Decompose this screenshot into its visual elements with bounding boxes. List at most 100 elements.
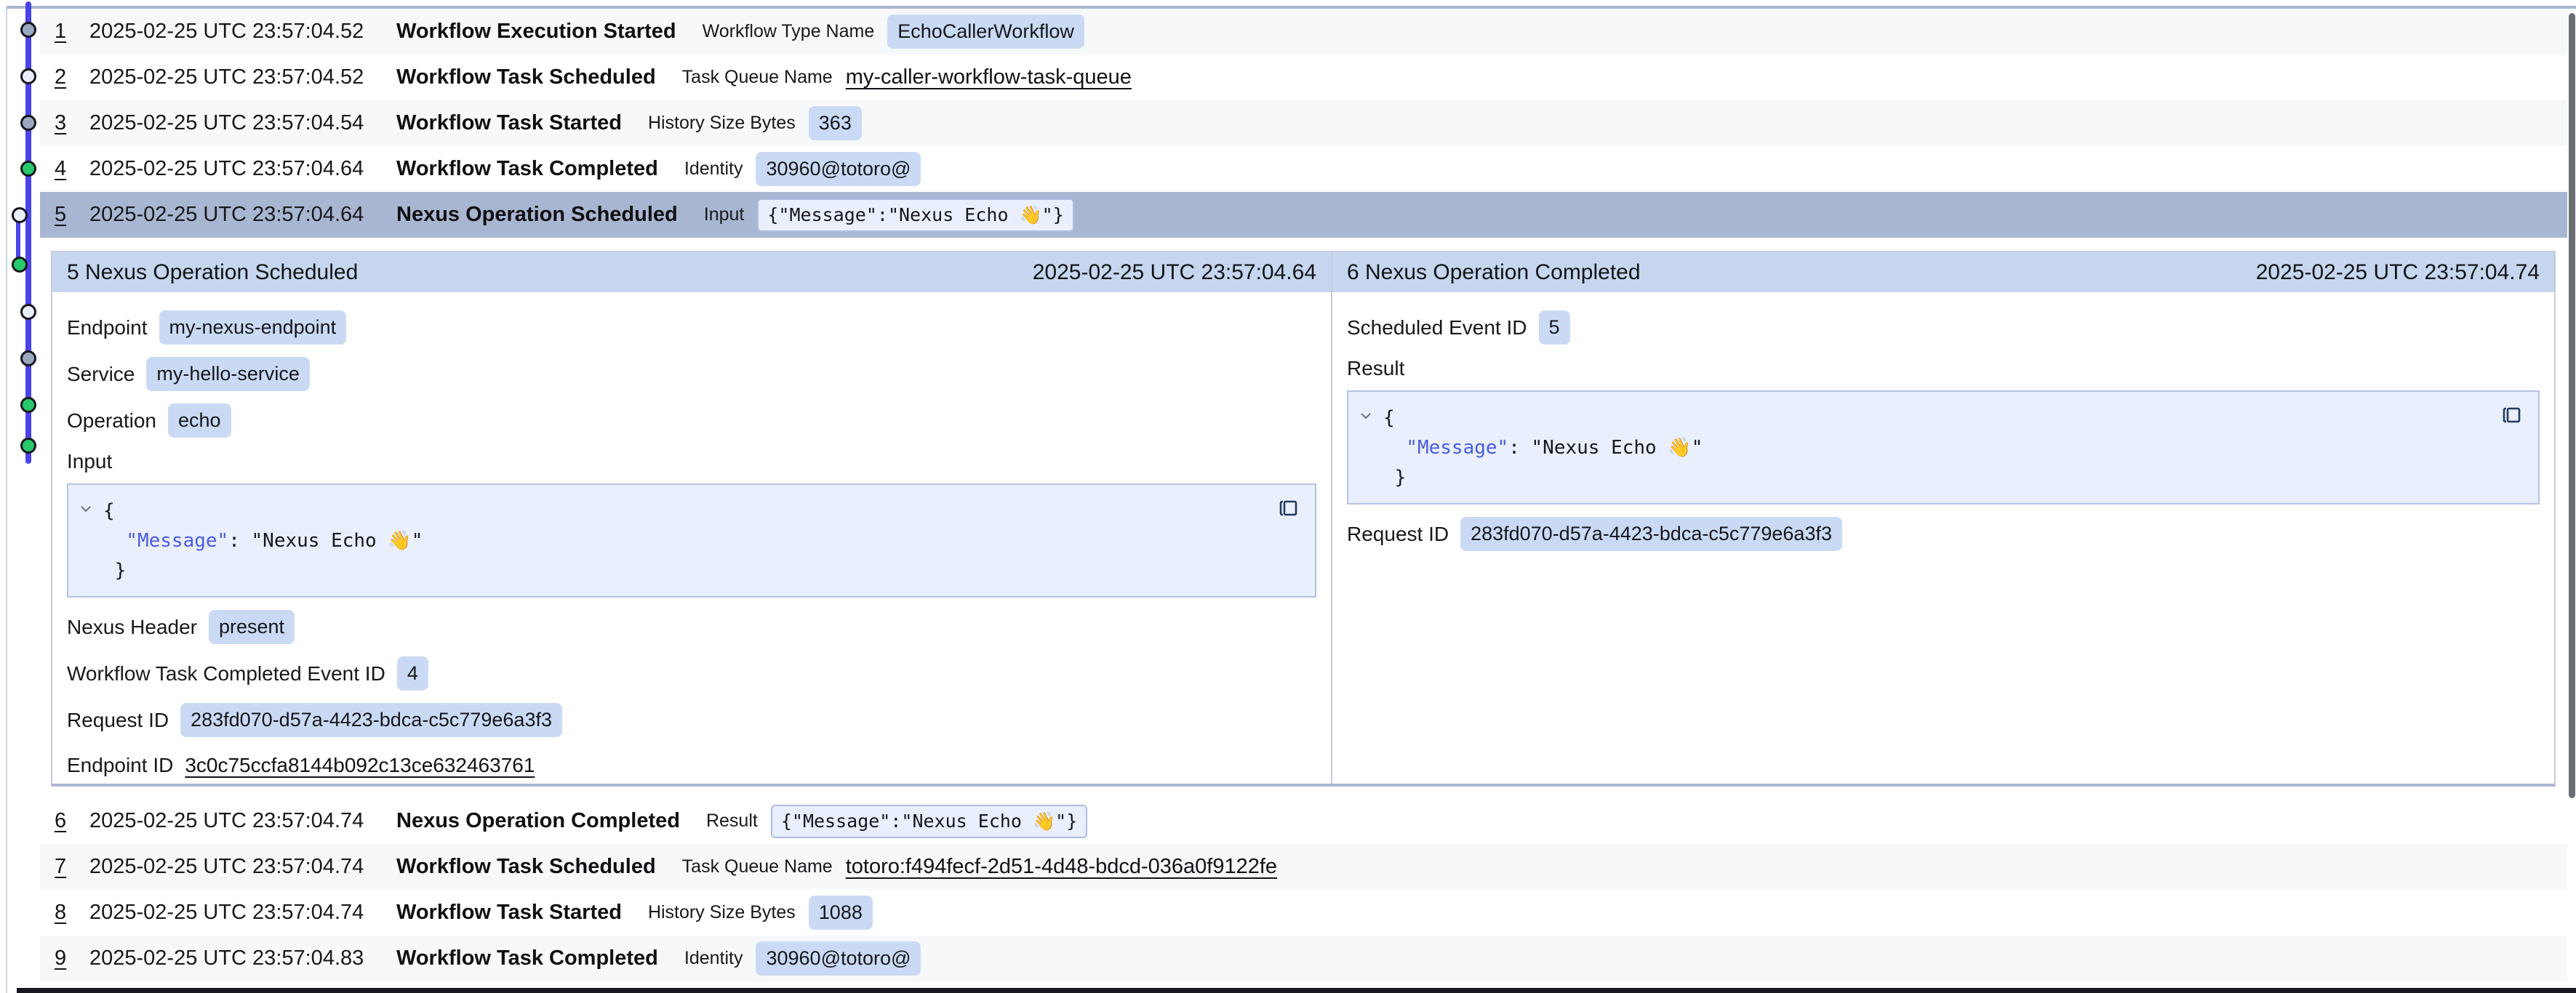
event-type: Workflow Task Scheduled [396, 855, 656, 879]
detail-field: Endpoint ID 3c0c75ccfa8144b092c13ce632463… [67, 749, 1316, 781]
detail-field-badge: echo [168, 403, 231, 438]
json-payload-text: { "Message": "Nexus Echo 👋" } [1383, 403, 2524, 493]
event-attr-label: Identity [684, 158, 743, 180]
detail-field-label: Endpoint [67, 316, 148, 339]
event-row[interactable]: 82025-02-25 UTC 23:57:04.74Workflow Task… [40, 890, 2567, 936]
copy-button[interactable] [1277, 495, 1303, 521]
event-detail-panels: 5 Nexus Operation Scheduled 2025-02-25 U… [51, 251, 2556, 787]
event-id-link[interactable]: 4 [55, 157, 89, 181]
event-attr-badge: 363 [809, 106, 862, 140]
event-timestamp: 2025-02-25 UTC 23:57:04.52 [89, 20, 396, 44]
event-timestamp: 2025-02-25 UTC 23:57:04.74 [89, 809, 396, 833]
copy-button[interactable] [2500, 402, 2527, 428]
detail-field: Service my-hello-service [67, 357, 1316, 391]
detail-field-label: Input [67, 450, 1316, 473]
timeline-marker-event-3 [20, 115, 36, 131]
event-id-link[interactable]: 7 [55, 855, 89, 879]
detail-panel-header: 6 Nexus Operation Completed 2025-02-25 U… [1332, 252, 2554, 292]
event-row[interactable]: 22025-02-25 UTC 23:57:04.52Workflow Task… [40, 55, 2567, 100]
event-id-link[interactable]: 1 [55, 20, 89, 44]
event-attr-label: History Size Bytes [648, 113, 796, 134]
detail-field: Input { "Message": "Nexus Echo 👋" } [67, 450, 1316, 598]
event-attr-payload: {"Message":"Nexus Echo 👋"} [757, 198, 1073, 232]
event-timestamp: 2025-02-25 UTC 23:57:04.74 [89, 901, 396, 925]
detail-field-label: Request ID [1347, 523, 1449, 546]
detail-field-label: Service [67, 363, 135, 386]
event-id-link[interactable]: 9 [55, 946, 89, 970]
timeline-marker-event-10 [20, 438, 36, 454]
event-row[interactable]: 62025-02-25 UTC 23:57:04.74Nexus Operati… [40, 798, 2567, 844]
detail-field-badge: 5 [1539, 310, 1570, 345]
event-id-link[interactable]: 6 [55, 809, 89, 833]
event-detail-panel-6: 6 Nexus Operation Completed 2025-02-25 U… [1332, 252, 2554, 784]
collapse-chevron-icon[interactable] [78, 501, 94, 517]
event-attr-label: Result [706, 811, 758, 832]
event-row[interactable]: 72025-02-25 UTC 23:57:04.74Workflow Task… [40, 844, 2567, 890]
detail-field-badge: my-nexus-endpoint [159, 310, 347, 345]
event-id-link[interactable]: 3 [55, 111, 89, 135]
event-attr-payload: {"Message":"Nexus Echo 👋"} [771, 805, 1087, 838]
event-timestamp: 2025-02-25 UTC 23:57:04.83 [89, 946, 396, 970]
event-attr-label: Workflow Type Name [703, 21, 875, 42]
detail-panel-title: 5 Nexus Operation Scheduled [67, 260, 358, 285]
event-attr-link[interactable]: totoro:f494fecf-2d51-4d48-bdcd-036a0f912… [846, 855, 1277, 879]
json-payload-text: { "Message": "Nexus Echo 👋" } [103, 496, 1300, 586]
detail-field: Request ID283fd070-d57a-4423-bdca-c5c779… [67, 703, 1316, 737]
event-rows-bottom: 62025-02-25 UTC 23:57:04.74Nexus Operati… [40, 798, 2567, 981]
event-type: Workflow Task Completed [396, 946, 658, 970]
event-type: Workflow Task Started [396, 111, 622, 135]
event-type: Nexus Operation Completed [396, 809, 680, 833]
detail-field: Endpoint my-nexus-endpoint [67, 310, 1316, 345]
detail-field-label: Result [1347, 357, 2540, 380]
detail-field-label: Workflow Task Completed Event ID [67, 662, 385, 686]
event-rows-top: 12025-02-25 UTC 23:57:04.52Workflow Exec… [40, 9, 2567, 238]
timeline-marker-event-2 [20, 68, 36, 84]
event-row[interactable]: 92025-02-25 UTC 23:57:04.83Workflow Task… [40, 936, 2567, 981]
event-attr-label: Identity [684, 948, 743, 969]
event-type: Nexus Operation Scheduled [396, 203, 678, 227]
event-attr-badge: 1088 [809, 896, 873, 930]
collapse-chevron-icon[interactable] [1358, 408, 1374, 424]
event-timestamp: 2025-02-25 UTC 23:57:04.54 [89, 111, 396, 135]
detail-field-link[interactable]: 3c0c75ccfa8144b092c13ce632463761 [185, 754, 535, 777]
event-timestamp: 2025-02-25 UTC 23:57:04.64 [89, 203, 396, 227]
detail-field: Operation echo [67, 403, 1316, 438]
detail-field-badge: my-hello-service [146, 357, 310, 391]
detail-field-label: Operation [67, 409, 156, 433]
event-attr-label: History Size Bytes [648, 902, 796, 923]
event-attr-badge: EchoCallerWorkflow [887, 15, 1084, 49]
detail-field-badge: present [209, 610, 295, 644]
event-type: Workflow Task Scheduled [396, 65, 656, 89]
detail-panel-header: 5 Nexus Operation Scheduled 2025-02-25 U… [52, 252, 1331, 292]
event-row[interactable]: 52025-02-25 UTC 23:57:04.64Nexus Operati… [40, 192, 2567, 238]
detail-field-label: Scheduled Event ID [1347, 316, 1527, 339]
json-payload-viewer: { "Message": "Nexus Echo 👋" } [67, 483, 1316, 598]
event-timestamp: 2025-02-25 UTC 23:57:04.52 [89, 65, 396, 89]
event-row[interactable]: 42025-02-25 UTC 23:57:04.64Workflow Task… [40, 146, 2567, 192]
detail-field-badge: 283fd070-d57a-4423-bdca-c5c779e6a3f3 [180, 703, 562, 737]
next-section-divider [17, 988, 2576, 993]
event-type: Workflow Task Completed [396, 157, 658, 181]
timeline-marker-event-6 [12, 257, 28, 273]
timeline-marker-event-9 [20, 397, 36, 413]
detail-panel-body: Scheduled Event ID 5 Result { "Message": "N… [1332, 292, 2554, 563]
scrollbar[interactable] [2569, 13, 2575, 798]
event-row[interactable]: 12025-02-25 UTC 23:57:04.52Workflow Exec… [40, 9, 2567, 55]
event-attr-label: Task Queue Name [682, 856, 833, 877]
event-attr-label: Task Queue Name [682, 67, 833, 88]
detail-field: Result { "Message": "Nexus Echo 👋" } [1347, 357, 2540, 504]
event-id-link[interactable]: 2 [55, 65, 89, 89]
event-attr-label: Input [704, 204, 745, 225]
detail-field: Workflow Task Completed Event ID4 [67, 656, 1316, 691]
event-attr-link[interactable]: my-caller-workflow-task-queue [846, 65, 1132, 89]
event-type: Workflow Task Started [396, 901, 622, 925]
event-id-link[interactable]: 8 [55, 901, 89, 925]
detail-panel-timestamp: 2025-02-25 UTC 23:57:04.64 [1033, 260, 1316, 285]
json-payload-viewer: { "Message": "Nexus Echo 👋" } [1347, 390, 2540, 504]
detail-field: Nexus Headerpresent [67, 610, 1316, 644]
event-id-link[interactable]: 5 [55, 203, 89, 227]
detail-field: Scheduled Event ID 5 [1347, 310, 2540, 345]
timeline-marker-event-8 [20, 350, 36, 366]
detail-field-label: Endpoint ID [67, 754, 173, 777]
event-row[interactable]: 32025-02-25 UTC 23:57:04.54Workflow Task… [40, 100, 2567, 146]
